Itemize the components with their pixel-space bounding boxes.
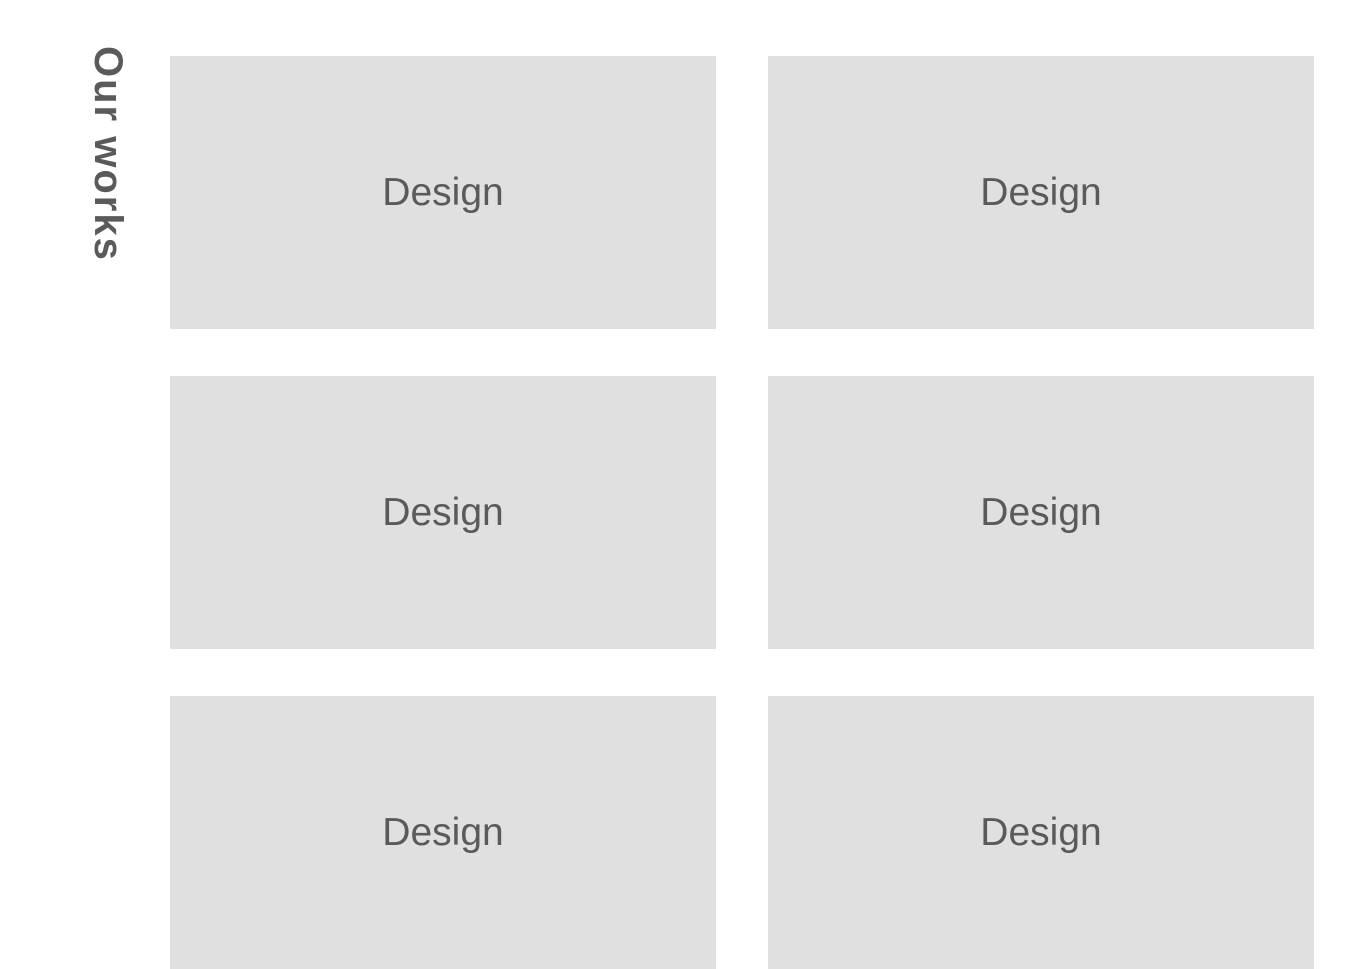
work-card-label: Design <box>980 171 1101 215</box>
work-card[interactable]: Design <box>170 376 716 649</box>
work-card-label: Design <box>980 491 1101 535</box>
section-heading: Our works <box>85 46 130 262</box>
works-grid: Design Design Design Design Design Desig… <box>170 56 1314 969</box>
work-card[interactable]: Design <box>768 376 1314 649</box>
work-card-label: Design <box>382 811 503 855</box>
work-card[interactable]: Design <box>170 696 716 969</box>
work-card-label: Design <box>382 491 503 535</box>
work-card[interactable]: Design <box>170 56 716 329</box>
work-card[interactable]: Design <box>768 56 1314 329</box>
work-card-label: Design <box>980 811 1101 855</box>
work-card-label: Design <box>382 171 503 215</box>
work-card[interactable]: Design <box>768 696 1314 969</box>
